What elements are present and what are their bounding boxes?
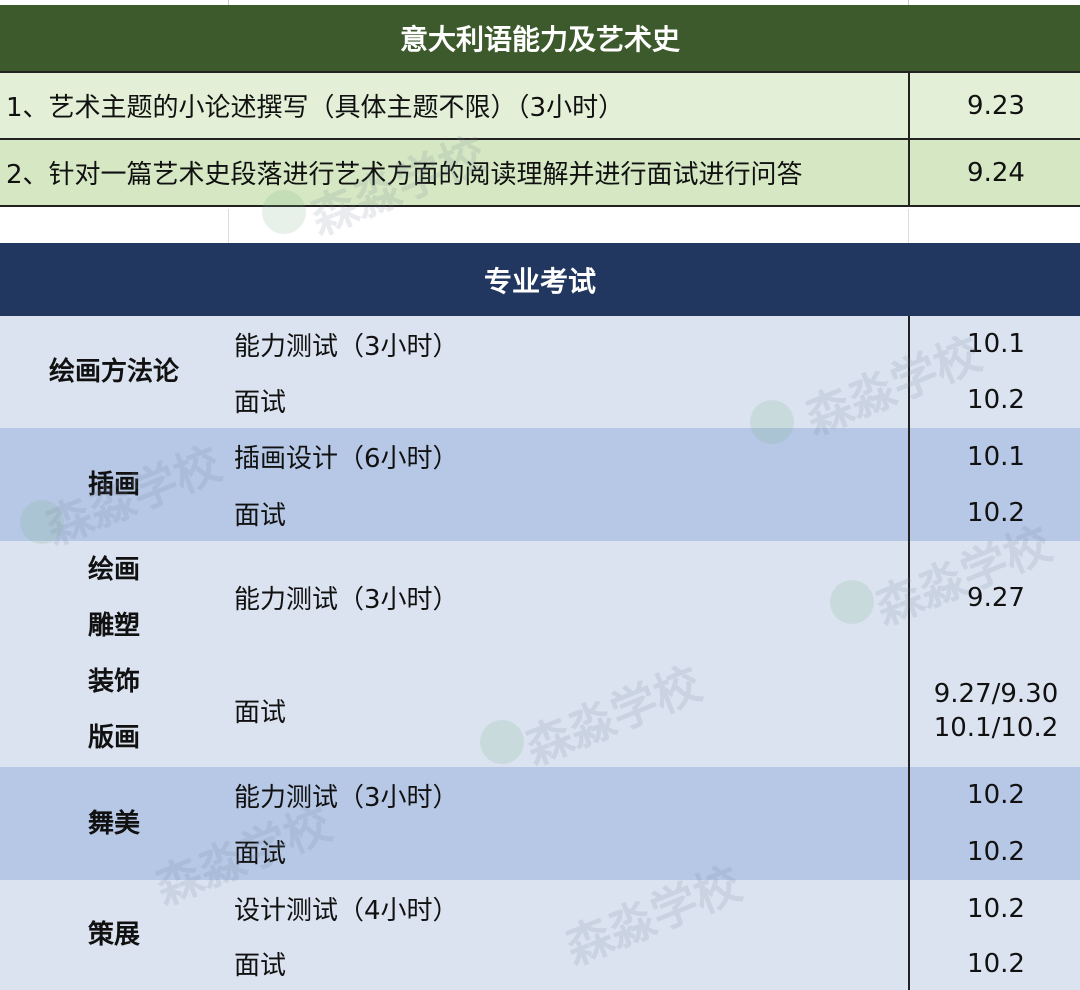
group-curation: 策展: [0, 880, 230, 990]
exam-date-line: 10.2: [967, 948, 1025, 979]
exam-date: 10.2: [908, 880, 1080, 939]
group-name-line: 绘画: [87, 555, 140, 585]
exam-date: 10.2: [908, 937, 1080, 990]
exam-item: 面试: [228, 372, 914, 430]
group-painting-sculpture-decoration-printmaking: 绘画 雕塑 装饰 版画: [0, 541, 230, 769]
exam-item: 插画设计（6小时）: [228, 428, 914, 487]
language-row-1-date: 9.23: [908, 73, 1080, 138]
group-name-line: 策展: [87, 920, 140, 950]
exam-date: 10.2: [908, 823, 1080, 882]
group-name-line: 装饰: [87, 667, 140, 697]
exam-date: 10.2: [908, 767, 1080, 825]
group-painting-methodology: 绘画方法论: [0, 316, 230, 430]
exam-date: 10.2: [908, 372, 1080, 430]
exam-date-line: 10.1: [967, 441, 1025, 472]
language-row-2-text: 2、针对一篇艺术史段落进行艺术方面的阅读理解并进行面试进行问答: [6, 160, 803, 190]
exam-item: 面试: [228, 823, 914, 882]
exam-item: 面试: [228, 937, 914, 990]
exam-date-line: 10.2: [967, 385, 1025, 415]
group-name-line: 舞美: [87, 808, 140, 839]
exam-date-line: 10.1: [967, 329, 1025, 359]
exam-date-line: 10.2: [967, 893, 1025, 924]
exam-item: 设计测试（4小时）: [228, 880, 914, 939]
group-stage-design: 舞美: [0, 767, 230, 882]
language-art-history-header: 意大利语能力及艺术史: [0, 5, 1080, 73]
exam-date-line: 10.2: [967, 836, 1025, 867]
exam-date-line: 10.2: [967, 780, 1025, 810]
exam-date: 10.1: [908, 316, 1080, 374]
group-name-line: 雕塑: [87, 611, 140, 641]
language-row-1: 1、艺术主题的小论述撰写（具体主题不限）（3小时） 9.23: [0, 73, 1080, 140]
group-name-line: 绘画方法论: [48, 357, 179, 387]
exam-item: 能力测试（3小时）: [228, 316, 914, 374]
group-name-line: 插画: [87, 469, 140, 500]
exam-date-line: 9.27/9.30: [933, 678, 1059, 709]
language-row-2-date: 9.24: [908, 140, 1080, 205]
exam-item: 面试: [228, 654, 914, 769]
exam-date-line: 10.2: [967, 498, 1025, 528]
exam-date-line: 10.1/10.2: [933, 712, 1059, 743]
exam-date: 9.27/9.30 10.1/10.2: [908, 654, 1080, 769]
exam-date: 10.1: [908, 428, 1080, 487]
language-row-2: 2、针对一篇艺术史段落进行艺术方面的阅读理解并进行面试进行问答 9.24: [0, 140, 1080, 207]
exam-item: 能力测试（3小时）: [228, 767, 914, 825]
exam-item: 面试: [228, 485, 914, 543]
group-name-line: 版画: [87, 723, 140, 753]
language-row-1-text: 1、艺术主题的小论述撰写（具体主题不限）（3小时）: [6, 93, 625, 123]
professional-exam-header: 专业考试: [0, 243, 1080, 316]
exam-date: 10.2: [908, 485, 1080, 543]
exam-date: 9.27: [908, 541, 1080, 656]
group-illustration: 插画: [0, 428, 230, 543]
exam-item: 能力测试（3小时）: [228, 541, 914, 656]
exam-date-line: 9.27: [967, 582, 1025, 613]
